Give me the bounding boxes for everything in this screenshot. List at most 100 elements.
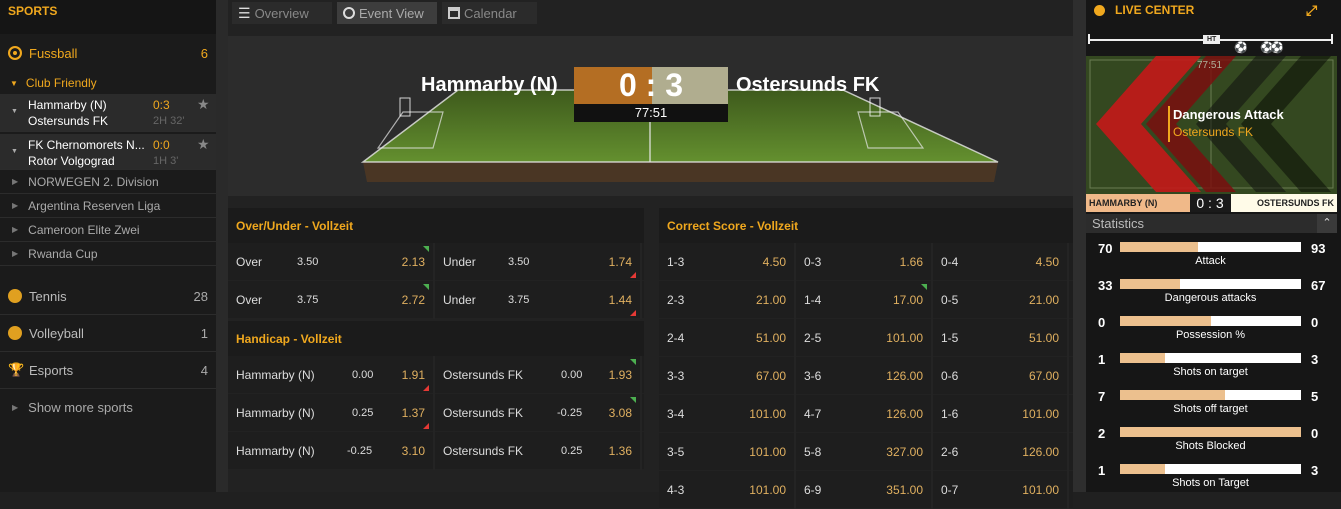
category-label: Rwanda Cup [28, 246, 98, 261]
stat-bar [1120, 427, 1301, 437]
score-outcome[interactable]: 1-3 4.50 [659, 243, 796, 281]
category-item[interactable]: ▶ Rwanda Cup [0, 242, 216, 266]
expand-icon[interactable]: ▼ [11, 108, 18, 115]
sport-item-volleyball[interactable]: Volleyball 1 [0, 315, 216, 352]
tab-event-view[interactable]: Event View [337, 2, 437, 24]
stat-away-value: 3 [1311, 463, 1319, 478]
sport-item-tennis[interactable]: Tennis 28 [0, 278, 216, 315]
home-team-name: Hammarby (N) [421, 74, 558, 96]
event-marker [1168, 106, 1170, 142]
market-title: Over/Under - Vollzeit [228, 208, 644, 243]
outcome-label: Ostersunds FK [443, 368, 524, 382]
odds-up-icon [423, 284, 429, 290]
score-label: 1-5 [941, 331, 959, 345]
score-outcome[interactable]: 1-4 17.00 [796, 281, 933, 319]
away-outcome[interactable]: Ostersunds FK 0.00 1.93 [435, 356, 642, 394]
sport-item-fussball[interactable]: Fussball 6 [0, 34, 216, 72]
sport-item-esports[interactable]: 🏆 Esports 4 [0, 352, 216, 389]
score-label: 3-3 [667, 369, 685, 383]
sports-sidebar: SPORTS Fussball 6 ▼ Club Friendly ▼ Hamm… [0, 0, 216, 492]
category-item[interactable]: ▶ Argentina Reserven Liga [0, 194, 216, 218]
match-clock: 77:51 [574, 104, 728, 122]
match-timeline: HT ⚽ ⚽ ⚽ [1086, 20, 1341, 55]
outcome-label: Ostersunds FK [443, 444, 524, 458]
odds-value: 51.00 [755, 331, 786, 345]
over-outcome[interactable]: Over 3.50 2.13 [228, 243, 435, 281]
away-outcome[interactable]: Ostersunds FK -0.25 3.08 [435, 394, 642, 432]
expand-icon[interactable]: ⤢ [1306, 2, 1317, 19]
score-label: 2-6 [941, 445, 959, 459]
odds-value: 101.00 [749, 407, 786, 421]
statistics-header[interactable]: Statistics ⌃ [1086, 214, 1337, 233]
category-item[interactable]: ▶ NORWEGEN 2. Division [0, 170, 216, 194]
category-item[interactable]: ▶ Cameroon Elite Zwei [0, 218, 216, 242]
score-outcome[interactable]: 3-5 101.00 [659, 433, 796, 471]
score-outcome[interactable]: 0-3 1.66 [796, 243, 933, 281]
home-outcome[interactable]: Hammarby (N) 0.00 1.91 [228, 356, 435, 394]
odds-value: 3.08 [608, 406, 632, 420]
score-outcome[interactable]: 2-4 51.00 [659, 319, 796, 357]
match-item[interactable]: ▼ Hammarby (N) Ostersunds FK 0:3 2H 32' … [0, 94, 216, 132]
away-outcome[interactable]: Ostersunds FK 0.25 1.36 [435, 432, 642, 470]
odds-value: 327.00 [886, 445, 923, 459]
under-outcome[interactable]: Under 3.50 1.74 [435, 243, 642, 281]
tab-overview[interactable]: ☰ Overview [232, 2, 332, 24]
odds-row: 3-4 101.00 4-7 126.00 1-6 101.00 [659, 395, 1073, 433]
live-center-panel: LIVE CENTER ⤢ HT ⚽ ⚽ ⚽ 77:51 Dangerous A… [1086, 0, 1341, 492]
timeline-start-tick [1088, 34, 1090, 44]
score-label: 4-7 [804, 407, 822, 421]
match-away: Ostersunds FK [28, 114, 109, 128]
score-outcome[interactable]: 3-3 67.00 [659, 357, 796, 395]
calendar-icon [448, 7, 460, 19]
timeline-end-tick [1331, 34, 1333, 44]
home-outcome[interactable]: Hammarby (N) -0.25 3.10 [228, 432, 435, 470]
line-value: 3.50 [508, 256, 530, 268]
score-outcome[interactable]: 0-6 67.00 [933, 357, 1069, 395]
live-center-title: LIVE CENTER [1115, 3, 1195, 17]
score-outcome[interactable]: 5-8 327.00 [796, 433, 933, 471]
score-outcome[interactable]: 2-5 101.00 [796, 319, 933, 357]
score-outcome[interactable]: 0-4 4.50 [933, 243, 1069, 281]
odds-value: 126.00 [886, 407, 923, 421]
stat-bar-home-fill [1120, 353, 1166, 363]
score-outcome[interactable]: 6-9 351.00 [796, 471, 933, 509]
score-outcome[interactable]: 3-4 101.00 [659, 395, 796, 433]
odds-value: 2.13 [401, 255, 425, 269]
chevron-up-icon[interactable]: ⌃ [1317, 214, 1337, 233]
score-outcome[interactable]: 0-7 101.00 [933, 471, 1069, 509]
odds-row: 3-3 67.00 3-6 126.00 0-6 67.00 [659, 357, 1073, 395]
stat-label: Attack [1195, 255, 1226, 267]
star-icon[interactable]: ★ [197, 136, 210, 153]
over-outcome[interactable]: Over 3.75 2.72 [228, 281, 435, 319]
score-label: 5-8 [804, 445, 822, 459]
score-outcome[interactable]: 1-5 51.00 [933, 319, 1069, 357]
circle-icon [343, 7, 355, 19]
stat-bar [1120, 242, 1301, 252]
stat-away-value: 93 [1311, 241, 1326, 256]
match-item[interactable]: ▼ FK Chernomorets N... Rotor Volgograd 0… [0, 132, 216, 170]
stat-bar-home-fill [1120, 390, 1225, 400]
stat-home-value: 70 [1098, 241, 1113, 256]
score-outcome[interactable]: 1-6 101.00 [933, 395, 1069, 433]
league-club-friendly[interactable]: ▼ Club Friendly [0, 72, 216, 94]
score-label: 6-9 [804, 483, 822, 497]
odds-row: 2-3 21.00 1-4 17.00 0-5 21.00 [659, 281, 1073, 319]
odds-value: 101.00 [1022, 407, 1059, 421]
score-outcome[interactable]: 2-6 126.00 [933, 433, 1069, 471]
tab-calendar[interactable]: Calendar [442, 2, 537, 24]
expand-icon[interactable]: ▼ [11, 148, 18, 155]
score-outcome[interactable]: 2-3 21.00 [659, 281, 796, 319]
star-icon[interactable]: ★ [197, 96, 210, 113]
score-label: 0-6 [941, 369, 959, 383]
under-outcome[interactable]: Under 3.75 1.44 [435, 281, 642, 319]
correct-score-market: Correct Score - Vollzeit 1-3 4.50 0-3 1.66 0… [659, 208, 1073, 509]
odds-value: 101.00 [749, 445, 786, 459]
score-outcome[interactable]: 3-6 126.00 [796, 357, 933, 395]
home-outcome[interactable]: Hammarby (N) 0.25 1.37 [228, 394, 435, 432]
odds-value: 21.00 [755, 293, 786, 307]
show-more-sports-link[interactable]: ▶ Show more sports [0, 389, 216, 425]
line-value: -0.25 [347, 445, 373, 457]
score-outcome[interactable]: 4-7 126.00 [796, 395, 933, 433]
score-outcome[interactable]: 0-5 21.00 [933, 281, 1069, 319]
score-outcome[interactable]: 4-3 101.00 [659, 471, 796, 509]
